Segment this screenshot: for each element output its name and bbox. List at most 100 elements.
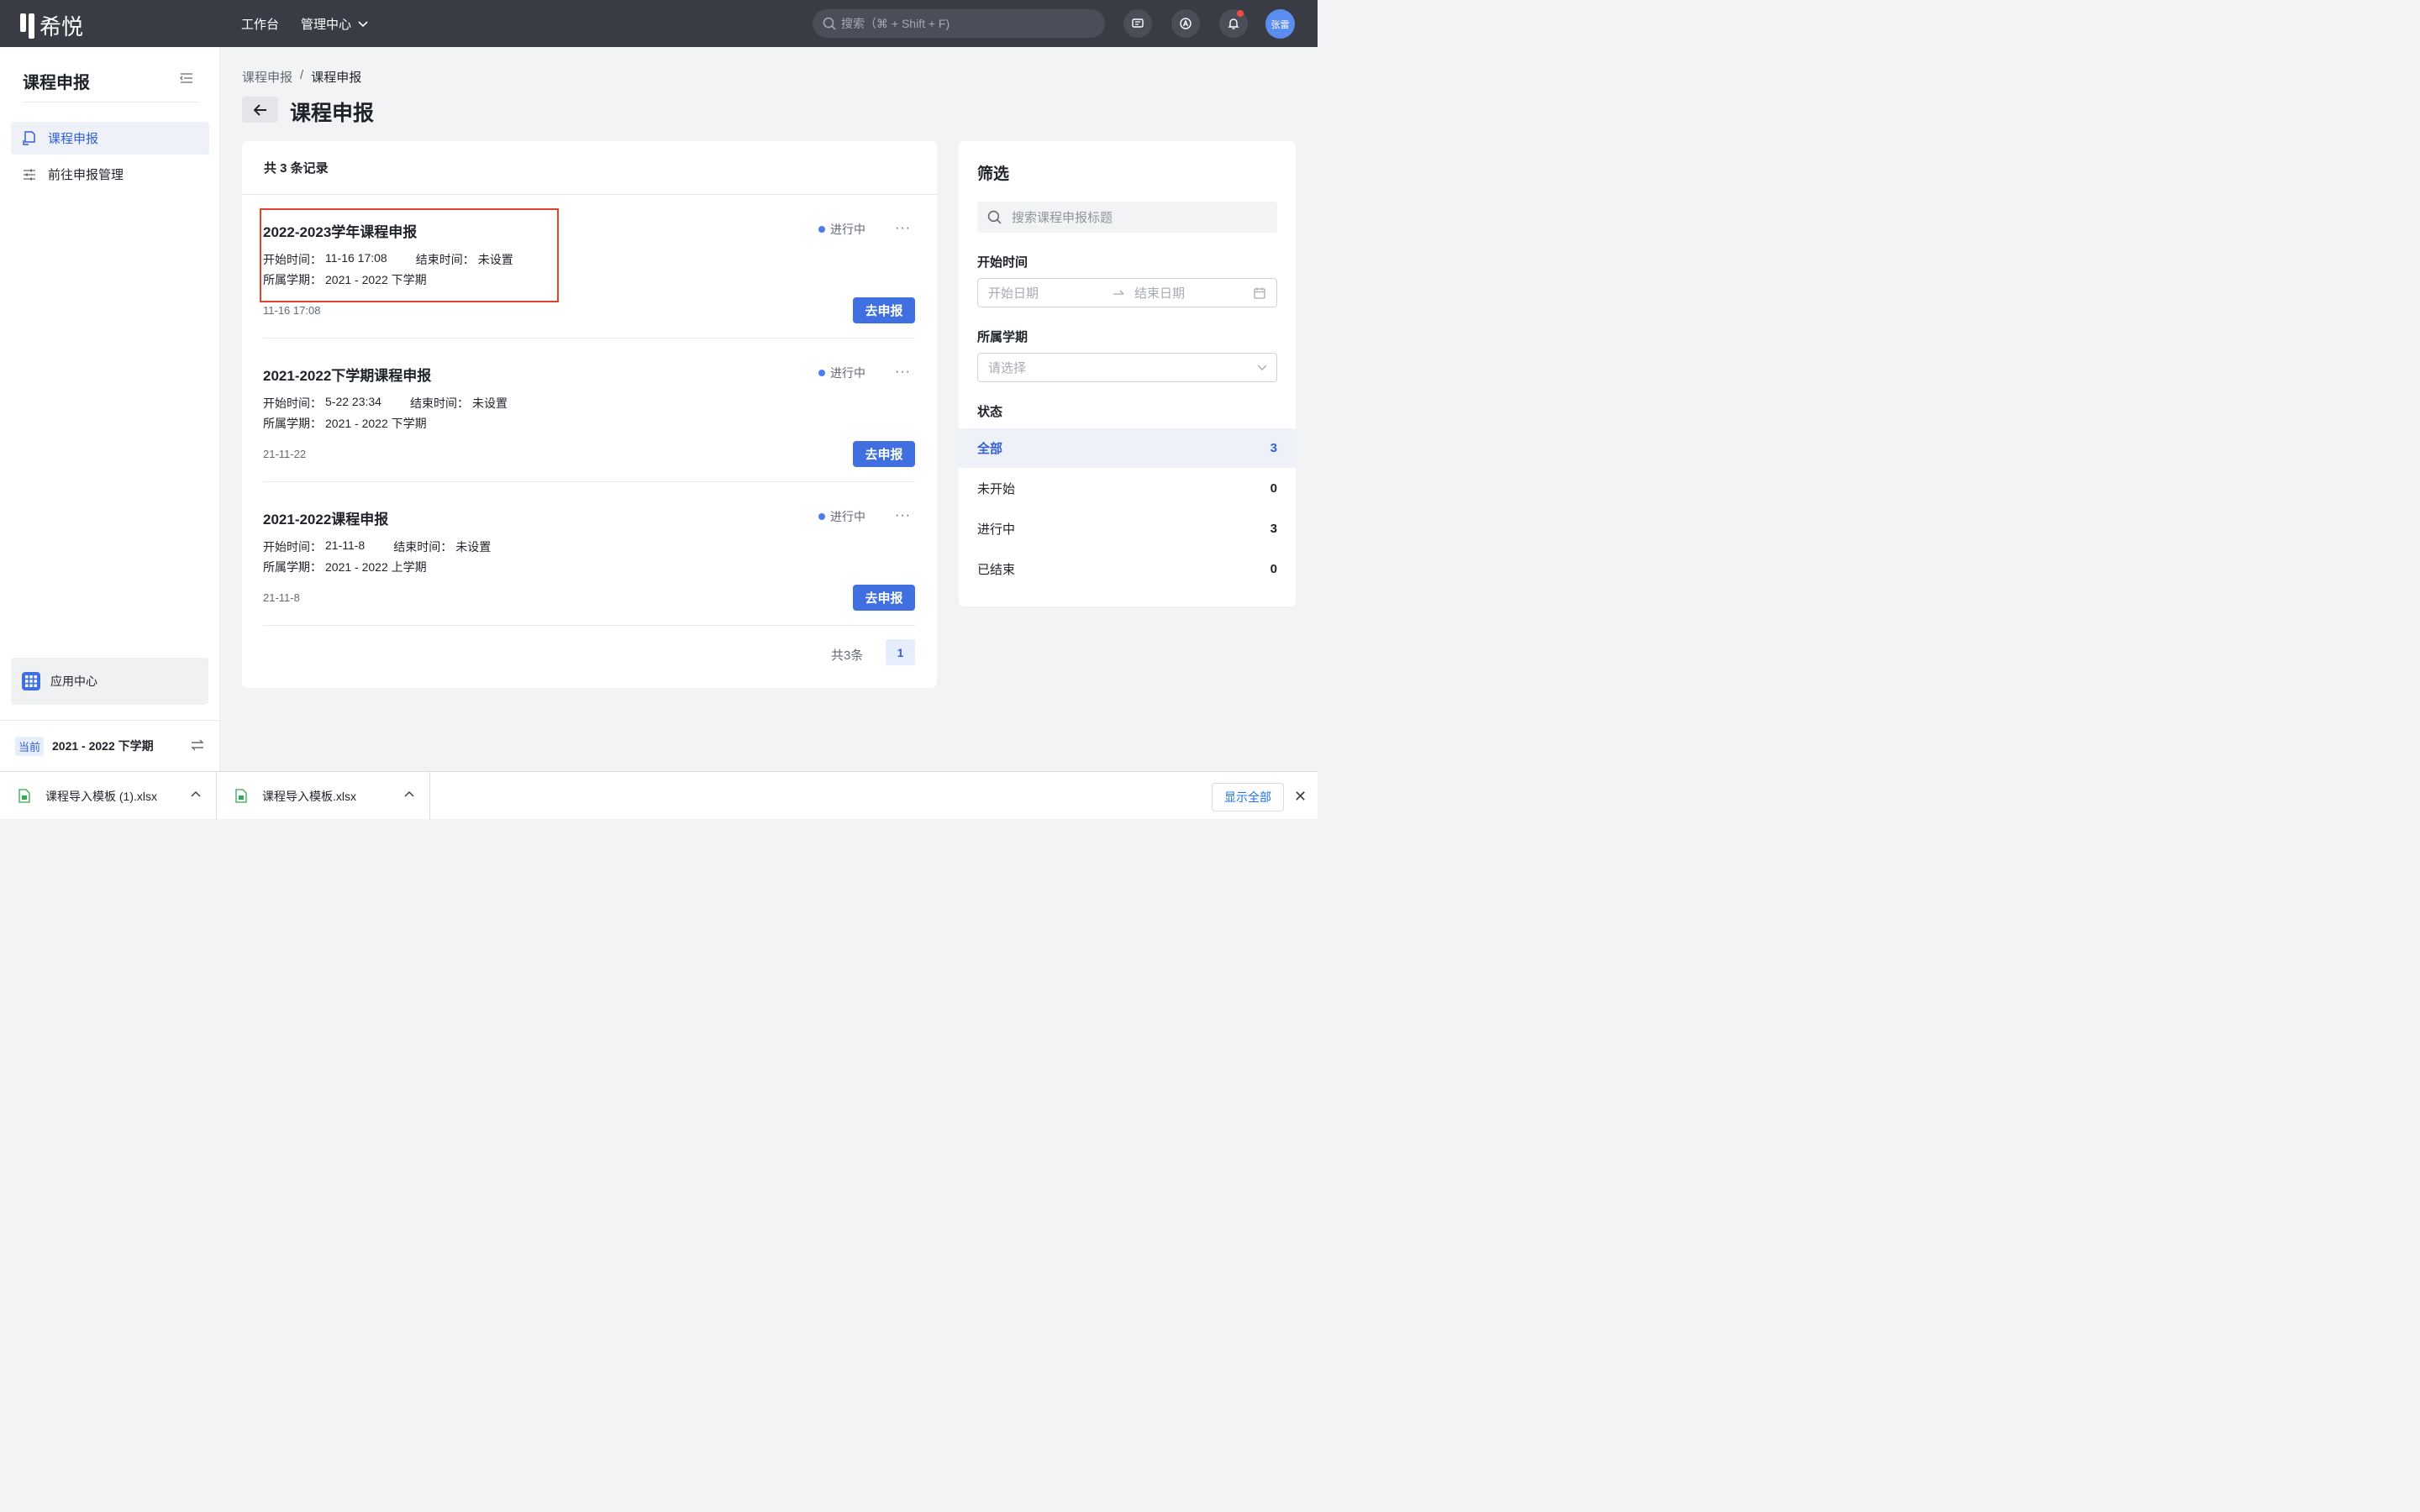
status-badge: 进行中 [818, 221, 865, 238]
download-item[interactable]: 课程导入模板 (1).xlsx [0, 772, 217, 820]
logo-mark-icon [20, 13, 34, 39]
download-bar: 课程导入模板 (1).xlsx 课程导入模板.xlsx 显示全部 ✕ [0, 771, 1318, 820]
declare-button[interactable]: 去申报 [853, 297, 915, 323]
chevron-up-icon[interactable] [191, 790, 201, 797]
status-option-count: 3 [1270, 522, 1277, 536]
download-file-name: 课程导入模板 (1).xlsx [45, 789, 157, 803]
pager-total: 共3条 [831, 648, 864, 663]
pager-page-1[interactable]: 1 [886, 639, 915, 665]
status-text: 进行中 [830, 510, 865, 523]
notification-button[interactable] [1219, 9, 1248, 38]
end-time-value: 未设置 [471, 396, 508, 410]
current-term-bar: 当前 2021 - 2022 下学期 [0, 720, 219, 771]
status-filter-label: 状态 [977, 405, 1003, 419]
record-title[interactable]: 2021-2022课程申报 [263, 507, 388, 528]
date-range-picker[interactable]: 开始日期 结束日期 [977, 278, 1277, 307]
page-title: 课程申报 [290, 102, 375, 125]
nav-workbench[interactable]: 工作台 [241, 15, 279, 33]
breadcrumb: 课程申报 / 课程申报 [242, 68, 361, 86]
show-all-downloads-button[interactable]: 显示全部 [1212, 783, 1284, 811]
status-badge: 进行中 [818, 508, 865, 525]
nav-management-center[interactable]: 管理中心 [301, 15, 368, 33]
start-time-filter-label: 开始时间 [977, 255, 1028, 270]
start-date-placeholder: 开始日期 [988, 286, 1039, 301]
status-option-in-progress[interactable]: 进行中 3 [959, 509, 1296, 549]
nav-workbench-label: 工作台 [241, 18, 280, 32]
sidebar-title: 课程申报 [23, 74, 90, 92]
filter-title: 筛选 [977, 165, 1010, 183]
calendar-icon [1254, 287, 1265, 299]
status-option-count: 0 [1270, 562, 1277, 576]
download-file-name: 课程导入模板.xlsx [262, 789, 356, 803]
term-switch-button[interactable] [191, 739, 204, 753]
status-option-label: 未开始 [977, 482, 1016, 496]
term-filter-label: 所属学期 [977, 330, 1028, 344]
status-dot-icon [818, 370, 825, 376]
term-select-placeholder: 请选择 [988, 361, 1027, 375]
global-search-input[interactable]: 搜索（⌘ + Shift + F) [813, 9, 1105, 38]
chevron-up-icon[interactable] [404, 790, 414, 797]
start-time-label: 开始时间： [263, 396, 322, 410]
declare-button[interactable]: 去申报 [853, 441, 915, 467]
end-time-label: 结束时间： [393, 540, 453, 554]
app-store-button[interactable] [1171, 9, 1200, 38]
sidebar: 课程申报 课程申报 前往申报管理 应用中心 当前 2021 - 2022 下学期 [0, 47, 220, 771]
record-time-line: 开始时间： 21-11-8 结束时间： 未设置 [263, 538, 491, 555]
status-dot-icon [818, 226, 825, 233]
record-title[interactable]: 2022-2023学年课程申报 [263, 220, 417, 241]
more-options-icon[interactable]: ··· [895, 508, 911, 523]
more-options-icon[interactable]: ··· [895, 221, 911, 236]
record-date: 11-16 17:08 [263, 304, 321, 317]
term-label: 所属学期： [263, 560, 322, 574]
nav-management-label: 管理中心 [301, 18, 352, 32]
filter-search-placeholder: 搜索课程申报标题 [1012, 211, 1113, 225]
breadcrumb-separator: / [300, 68, 304, 82]
record-time-line: 开始时间： 11-16 17:08 结束时间： 未设置 [263, 251, 513, 268]
download-item[interactable]: 课程导入模板.xlsx [217, 772, 430, 820]
breadcrumb-link[interactable]: 课程申报 [242, 68, 292, 86]
start-time-value: 5-22 23:34 [325, 395, 381, 408]
record-title[interactable]: 2021-2022下学期课程申报 [263, 364, 431, 385]
status-option-label: 进行中 [977, 522, 1016, 537]
status-option-label: 全部 [977, 442, 1003, 456]
sidebar-item-course-declaration[interactable]: 课程申报 [11, 122, 209, 155]
list-item: 2021-2022下学期课程申报 开始时间： 5-22 23:34 结束时间： … [263, 339, 915, 482]
status-option-not-started[interactable]: 未开始 0 [959, 469, 1296, 508]
end-date-placeholder: 结束日期 [1134, 286, 1186, 301]
more-options-icon[interactable]: ··· [895, 365, 911, 380]
arrow-right-icon [1113, 290, 1124, 295]
avatar[interactable]: 张雷 [1265, 9, 1295, 39]
app-center-button[interactable]: 应用中心 [11, 658, 208, 705]
record-date: 21-11-22 [263, 448, 307, 460]
status-option-all[interactable]: 全部 3 [959, 428, 1296, 468]
sidebar-item-declaration-management[interactable]: 前往申报管理 [11, 158, 209, 191]
search-icon [823, 17, 836, 30]
status-option-label: 已结束 [977, 563, 1016, 577]
switch-arrows-icon [191, 739, 204, 751]
logo-text: 希悦 [39, 14, 84, 39]
filter-search-input[interactable]: 搜索课程申报标题 [977, 202, 1277, 233]
start-time-label: 开始时间： [263, 253, 322, 266]
logo[interactable]: 希悦 [20, 10, 83, 41]
status-option-count: 3 [1270, 441, 1277, 455]
term-value: 2021 - 2022 下学期 [325, 417, 427, 430]
list-item: 2022-2023学年课程申报 开始时间： 11-16 17:08 结束时间： … [263, 195, 915, 339]
declare-button[interactable]: 去申报 [853, 585, 915, 611]
back-button[interactable] [242, 97, 278, 123]
end-time-label: 结束时间： [409, 396, 469, 410]
term-value: 2021 - 2022 下学期 [325, 273, 427, 286]
top-bar: 希悦 工作台 管理中心 搜索（⌘ + Shift + F) 张雷 [0, 0, 1318, 47]
end-time-value: 未设置 [477, 253, 513, 266]
term-select[interactable]: 请选择 [977, 353, 1277, 382]
sliders-icon [24, 169, 35, 180]
close-icon[interactable]: ✕ [1294, 788, 1307, 806]
message-button[interactable] [1123, 9, 1152, 38]
record-term-line: 所属学期： 2021 - 2022 下学期 [263, 415, 427, 432]
status-option-ended[interactable]: 已结束 0 [959, 549, 1296, 589]
list-item: 2021-2022课程申报 开始时间： 21-11-8 结束时间： 未设置 所属… [263, 482, 915, 626]
end-time-label: 结束时间： [415, 253, 475, 266]
bell-icon [1228, 18, 1239, 29]
sidebar-item-label: 前往申报管理 [48, 168, 124, 182]
sidebar-collapse-button[interactable] [180, 72, 193, 87]
filter-panel: 筛选 搜索课程申报标题 开始时间 开始日期 结束日期 所属学期 请选择 状态 全… [959, 141, 1296, 606]
